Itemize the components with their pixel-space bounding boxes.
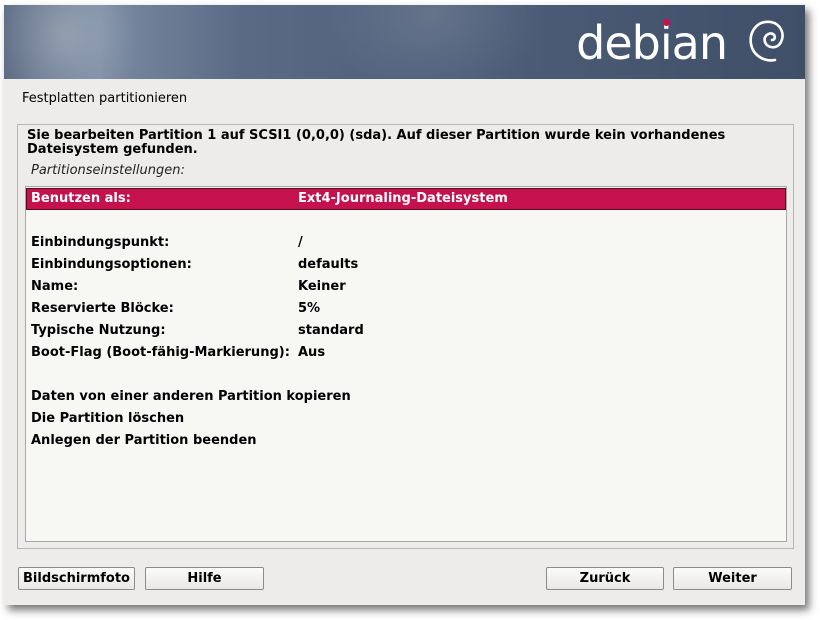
action-label: Die Partition löschen [31,411,185,426]
continue-button[interactable]: Weiter [673,567,792,590]
list-item-benutzen-als[interactable]: Benutzen als: Ext4-Journaling-Dateisyste… [26,188,786,210]
list-item-delete-partition[interactable]: Die Partition löschen [26,408,786,430]
setting-value: defaults [298,257,359,272]
list-item-einbindungspunkt[interactable]: Einbindungspunkt: / [26,232,786,254]
action-label: Anlegen der Partition beenden [31,433,257,448]
debian-banner: debian [4,5,805,79]
setting-key: Name: [31,279,79,294]
debian-logo-dot [663,19,670,26]
content-frame: Sie bearbeiten Partition 1 auf SCSI1 (0,… [17,124,794,549]
list-item-name[interactable]: Name: Keiner [26,276,786,298]
action-label: Daten von einer anderen Partition kopier… [31,389,351,404]
setting-key: Boot-Flag (Boot-fähig-Markierung): [31,345,290,360]
debian-logo-text: debian [576,16,728,70]
debian-swirl-icon [749,20,784,62]
setting-key: Reservierte Blöcke: [31,301,174,316]
setting-value: standard [298,323,364,338]
list-item-copy-partition[interactable]: Daten von einer anderen Partition kopier… [26,386,786,408]
page-title: Festplatten partitionieren [22,91,188,106]
setting-value: Aus [298,345,326,360]
partition-settings-list[interactable]: Benutzen als: Ext4-Journaling-Dateisyste… [25,186,787,542]
setting-key: Benutzen als: [31,191,131,206]
setting-value: Ext4-Journaling-Dateisystem [298,191,508,206]
list-item-reservierte-bloecke[interactable]: Reservierte Blöcke: 5% [26,298,786,320]
settings-label: Partitionseinstellungen: [31,163,185,178]
installer-window: debian Festplatten partitionieren Sie be… [4,5,805,605]
setting-key: Einbindungspunkt: [31,235,170,250]
setting-value: Keiner [298,279,346,294]
setting-value: / [298,235,303,250]
screenshot-button[interactable]: Bildschirmfoto [18,567,135,590]
back-button[interactable]: Zurück [546,567,664,590]
help-button[interactable]: Hilfe [145,567,264,590]
setting-value: 5% [298,301,321,316]
partition-description: Sie bearbeiten Partition 1 auf SCSI1 (0,… [27,128,726,157]
list-item-finish-partition[interactable]: Anlegen der Partition beenden [26,430,786,452]
list-item-boot-flag[interactable]: Boot-Flag (Boot-fähig-Markierung): Aus [26,342,786,364]
setting-key: Typische Nutzung: [31,323,166,338]
list-item-einbindungsoptionen[interactable]: Einbindungsoptionen: defaults [26,254,786,276]
setting-key: Einbindungsoptionen: [31,257,192,272]
list-item-typische-nutzung[interactable]: Typische Nutzung: standard [26,320,786,342]
